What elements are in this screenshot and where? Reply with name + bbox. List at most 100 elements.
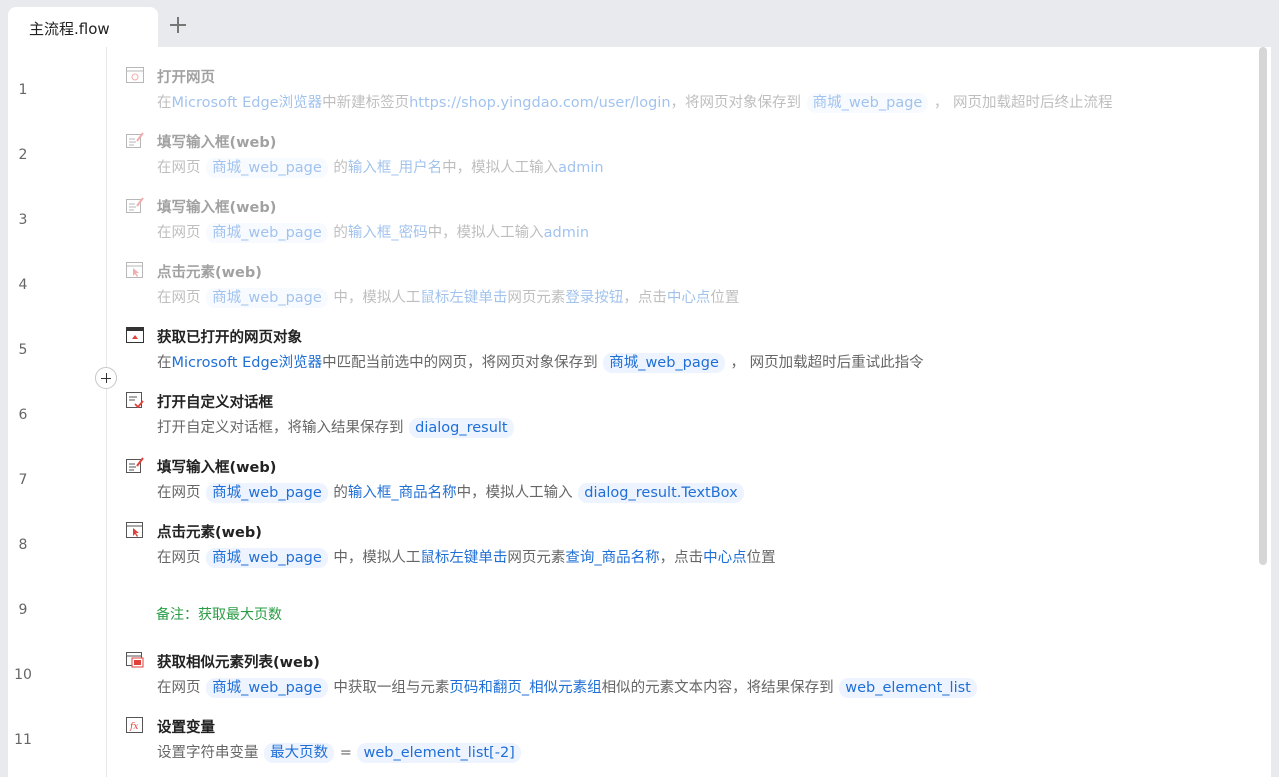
- step-title: 填写输入框(web): [157, 200, 277, 216]
- description-text: ，点击: [623, 290, 667, 306]
- description-text: 在网页: [157, 485, 206, 501]
- variable-chip[interactable]: 商城_web_page: [806, 93, 929, 113]
- step-description: 在Microsoft Edge浏览器中匹配当前选中的网页，将网页对象保存到 商城…: [157, 351, 924, 373]
- description-text: 中新建标签页: [322, 95, 410, 111]
- input-fill-icon: [126, 197, 144, 213]
- svg-text:fx: fx: [129, 722, 138, 732]
- description-text: 网页元素: [507, 290, 566, 306]
- line-number: 3: [18, 212, 28, 228]
- step-description: 在网页 商城_web_page 中，模拟人工鼠标左键单击网页元素查询_商品名称，…: [157, 546, 776, 568]
- description-text: 在网页: [157, 680, 206, 696]
- browser-open-icon: [126, 67, 144, 83]
- step-title: 打开网页: [157, 70, 215, 86]
- parameter-text: Microsoft Edge浏览器: [171, 95, 323, 111]
- line-number: 2: [18, 147, 28, 163]
- parameter-text: 鼠标左键单击: [420, 550, 508, 566]
- step-description: 在网页 商城_web_page 中获取一组与元素页码和翻页_相似元素组相似的元素…: [157, 676, 978, 698]
- description-text: 网页元素: [507, 550, 566, 566]
- step-description: 在网页 商城_web_page 的输入框_密码中，模拟人工输入admin: [157, 221, 589, 243]
- step-description: 打开自定义对话框，将输入结果保存到 dialog_result: [157, 416, 515, 438]
- variable-chip[interactable]: web_element_list: [839, 678, 977, 698]
- step-title: 点击元素(web): [157, 265, 262, 281]
- flow-editor: 1 2 3 4 5 6 7 8 9 10 11 打开网页在Microsoft E…: [8, 47, 1271, 777]
- description-text: 打开自定义对话框，将输入结果保存到: [157, 420, 409, 436]
- description-text: 相似的元素文本内容，将结果保存到: [601, 680, 839, 696]
- input-fill-icon: [126, 457, 144, 473]
- variable-chip[interactable]: 商城_web_page: [206, 678, 328, 698]
- parameter-text: 中心点: [666, 290, 711, 306]
- description-text: 中，模拟人工输入: [427, 225, 544, 241]
- click-element-icon: [126, 522, 144, 538]
- set-variable-icon: fx: [126, 717, 144, 733]
- description-text: 中，模拟人工: [328, 550, 421, 566]
- parameter-text: 登录按钮: [565, 290, 624, 306]
- tab-label: 主流程.flow: [29, 20, 110, 38]
- comment-note[interactable]: 备注：获取最大页数: [156, 604, 282, 624]
- description-text: 中，模拟人工: [328, 290, 421, 306]
- description-text: 的: [328, 225, 348, 241]
- line-number: 5: [18, 342, 28, 358]
- vertical-scrollbar[interactable]: [1259, 47, 1267, 565]
- step-title: 获取已打开的网页对象: [157, 330, 302, 346]
- step-title: 填写输入框(web): [157, 135, 277, 151]
- description-text: 位置: [746, 550, 776, 566]
- variable-chip[interactable]: 最大页数: [264, 743, 335, 763]
- description-text: ， 网页加载超时后终止流程: [929, 95, 1113, 111]
- description-text: 的: [328, 160, 348, 176]
- parameter-text: 页码和翻页_相似元素组: [449, 680, 602, 696]
- step-title: 设置变量: [157, 720, 215, 736]
- variable-chip[interactable]: 商城_web_page: [206, 548, 328, 568]
- line-number-gutter: 1 2 3 4 5 6 7 8 9 10 11: [8, 47, 107, 777]
- description-text: 在: [157, 95, 172, 111]
- description-text: 在网页: [157, 550, 206, 566]
- click-element-icon: [126, 262, 144, 278]
- parameter-text: admin: [543, 225, 590, 241]
- input-fill-icon: [126, 132, 144, 148]
- step-description: 在网页 商城_web_page 中，模拟人工鼠标左键单击网页元素登录按钮，点击中…: [157, 286, 739, 308]
- description-text: 设置字符串变量: [157, 745, 264, 761]
- variable-chip[interactable]: 商城_web_page: [603, 353, 725, 373]
- variable-chip[interactable]: 商城_web_page: [206, 288, 328, 308]
- description-text: 在网页: [157, 160, 206, 176]
- description-text: 中，模拟人工输入: [442, 160, 559, 176]
- parameter-text: https://shop.yingdao.com/user/login: [409, 95, 671, 111]
- dialog-icon: [126, 392, 144, 409]
- description-text: 中，模拟人工输入: [456, 485, 578, 501]
- parameter-text: 输入框_用户名: [347, 160, 443, 176]
- description-text: 的: [328, 485, 348, 501]
- description-text: =: [335, 745, 357, 761]
- similar-elements-icon: [126, 652, 144, 668]
- variable-chip[interactable]: 商城_web_page: [206, 223, 328, 243]
- step-description: 设置字符串变量 最大页数 = web_element_list[-2]: [157, 741, 522, 763]
- get-webpage-icon: [126, 327, 144, 343]
- variable-chip[interactable]: web_element_list[-2]: [357, 743, 521, 763]
- step-title: 获取相似元素列表(web): [157, 655, 320, 671]
- variable-chip[interactable]: 商城_web_page: [206, 483, 328, 503]
- parameter-text: 输入框_密码: [347, 225, 428, 241]
- parameter-text: admin: [558, 160, 604, 176]
- description-text: ，将网页对象保存到: [670, 95, 806, 111]
- add-tab-button[interactable]: [168, 15, 188, 35]
- step-title: 点击元素(web): [157, 525, 262, 541]
- step-title: 填写输入框(web): [157, 460, 277, 476]
- description-text: ，点击: [659, 550, 704, 566]
- line-number: 11: [14, 732, 32, 748]
- description-text: 在网页: [157, 225, 206, 241]
- variable-chip[interactable]: dialog_result: [409, 418, 514, 438]
- description-text: 在网页: [157, 290, 206, 306]
- parameter-text: 输入框_商品名称: [347, 485, 457, 501]
- parameter-text: 鼠标左键单击: [420, 290, 508, 306]
- variable-chip[interactable]: 商城_web_page: [206, 158, 328, 178]
- line-number: 7: [18, 472, 28, 488]
- variable-chip[interactable]: dialog_result.TextBox: [578, 483, 744, 503]
- step-description: 在网页 商城_web_page 的输入框_商品名称中，模拟人工输入 dialog…: [157, 481, 745, 503]
- step-description: 在网页 商城_web_page 的输入框_用户名中，模拟人工输入admin: [157, 156, 604, 178]
- step-title: 打开自定义对话框: [157, 395, 273, 411]
- insert-step-button[interactable]: [95, 367, 117, 389]
- line-number: 8: [18, 537, 28, 553]
- tab-bar: 主流程.flow: [0, 0, 1279, 47]
- line-number: 6: [18, 407, 28, 423]
- parameter-text: 查询_商品名称: [565, 550, 660, 566]
- description-text: ， 网页加载超时后重试此指令: [725, 355, 924, 371]
- tab-main-flow[interactable]: 主流程.flow: [8, 7, 158, 47]
